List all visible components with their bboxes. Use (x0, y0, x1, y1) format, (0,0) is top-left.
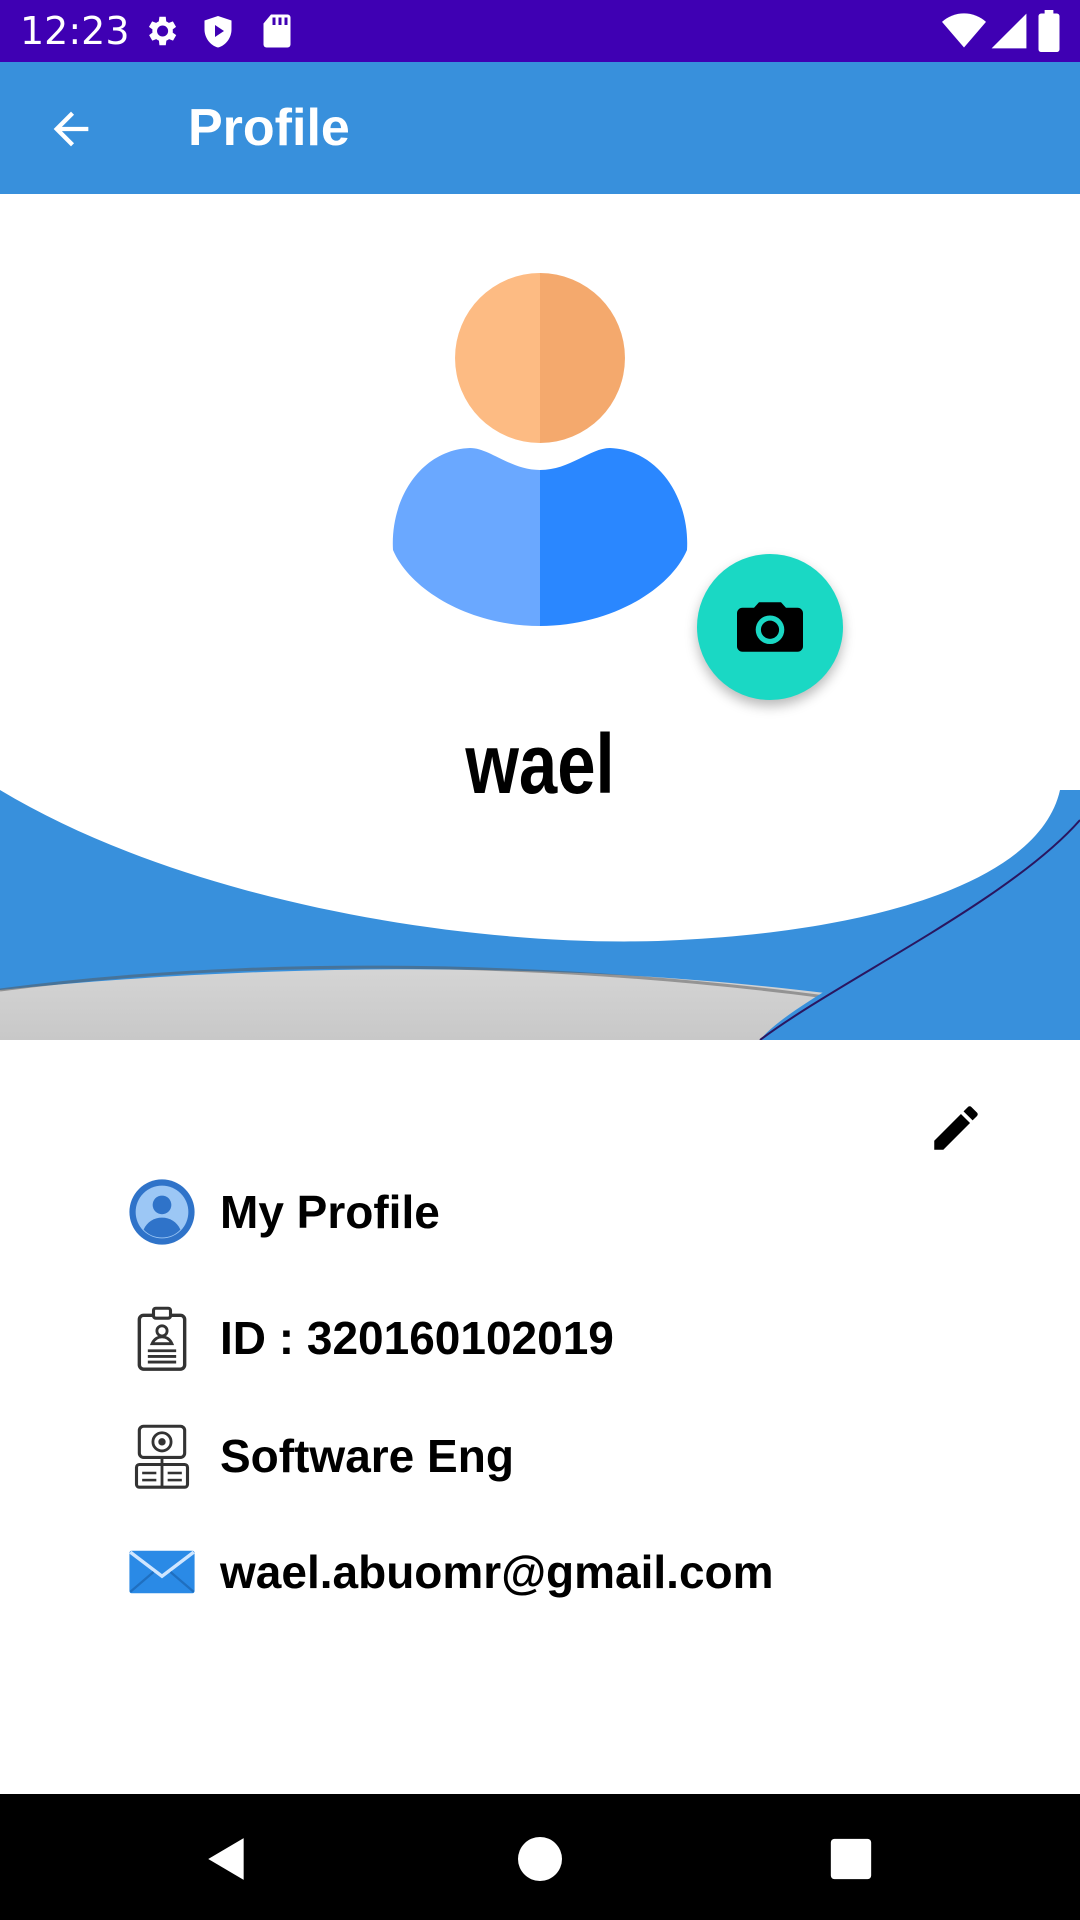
wifi-icon (942, 13, 986, 48)
sd-card-icon (263, 14, 291, 48)
nav-home-button[interactable] (505, 1824, 575, 1894)
change-photo-button[interactable] (697, 554, 843, 700)
info-row-id: ID : 320160102019 (128, 1296, 988, 1376)
info-row-label: ID : 320160102019 (220, 1312, 614, 1364)
status-bar: 12:23 (0, 0, 1080, 62)
user-name: wael (465, 717, 615, 811)
info-row-my-profile: My Profile (128, 1170, 988, 1250)
battery-icon (1038, 10, 1060, 52)
recents-square-icon (830, 1838, 872, 1880)
info-row-label: My Profile (220, 1186, 440, 1238)
arrow-back-icon (53, 111, 89, 147)
edit-profile-button[interactable] (918, 1090, 994, 1166)
pencil-icon (934, 1106, 978, 1150)
info-row-label: Software Eng (220, 1430, 514, 1482)
nav-back-button[interactable] (192, 1824, 262, 1894)
status-time: 12:23 (20, 9, 130, 53)
settings-icon (148, 16, 177, 46)
back-triangle-icon (208, 1838, 244, 1880)
nav-recents-button[interactable] (816, 1824, 886, 1894)
info-row-label: wael.abuomr@gmail.com (220, 1546, 774, 1598)
shield-icon (204, 16, 232, 48)
system-nav-bar (0, 1794, 1080, 1920)
id-badge-icon (137, 1306, 187, 1371)
info-row-department: Software Eng (128, 1414, 988, 1494)
header-wave-decoration (0, 790, 1080, 1040)
app-bar: Profile (0, 62, 1080, 194)
back-button[interactable] (36, 94, 106, 164)
info-row-email: wael.abuomr@gmail.com (128, 1530, 988, 1610)
signal-icon (991, 13, 1027, 49)
email-icon (129, 1550, 195, 1594)
camera-icon (737, 602, 803, 652)
page-title: Profile (188, 99, 350, 157)
home-circle-icon (518, 1837, 562, 1881)
account-circle-icon (129, 1179, 195, 1245)
profile-header: wael (0, 194, 1080, 1040)
department-icon (134, 1424, 190, 1489)
person-avatar-icon (392, 273, 688, 626)
